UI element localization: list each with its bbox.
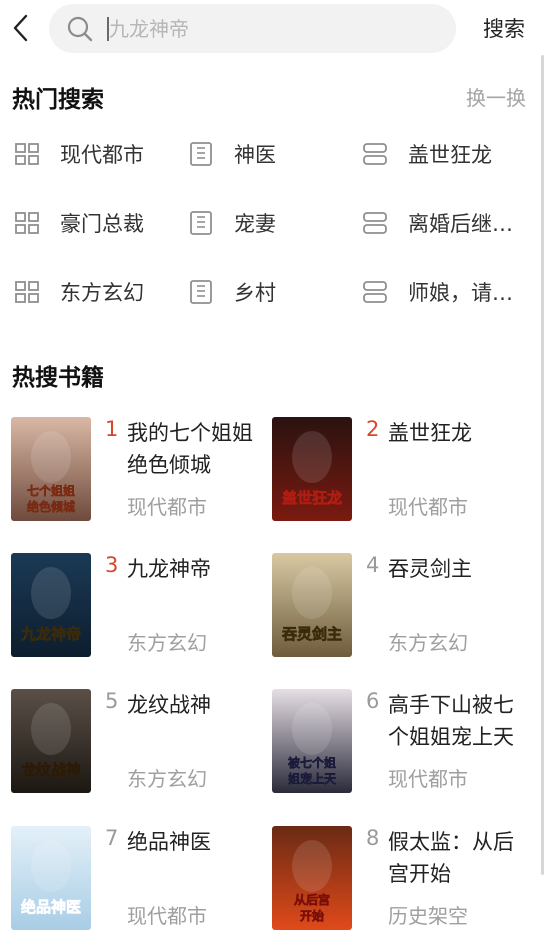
book-rank: 8: [366, 826, 380, 850]
grid-icon: [14, 210, 40, 236]
hot-search-label: 盖世狂龙: [408, 143, 492, 167]
book-title[interactable]: 假太监：从后宫开始: [388, 826, 533, 890]
book-cover[interactable]: 绝品神医: [11, 826, 91, 930]
svg-text:绝色倾城: 绝色倾城: [27, 499, 75, 514]
hot-search-label: 神医: [234, 143, 276, 167]
top-bar: 搜索: [0, 0, 546, 56]
book-item[interactable]: 吞灵剑主 4 吞灵剑主 东方玄幻: [272, 553, 534, 659]
book-icon: [188, 141, 214, 167]
hot-search-item[interactable]: 宠妻: [188, 203, 276, 243]
book-icon: [188, 279, 214, 305]
hot-search-label: 东方玄幻: [60, 281, 144, 305]
book-cover[interactable]: 九龙神帝: [11, 553, 91, 657]
stack-icon: [362, 141, 388, 167]
search-input[interactable]: [109, 16, 439, 41]
svg-text:盖世狂龙: 盖世狂龙: [282, 489, 342, 507]
book-item[interactable]: 绝品神医 7 绝品神医 现代都市: [11, 826, 273, 932]
svg-text:绝品神医: 绝品神医: [21, 898, 81, 916]
book-item[interactable]: 龙纹战神 5 龙纹战神 东方玄幻: [11, 689, 273, 795]
svg-text:开始: 开始: [300, 908, 324, 923]
svg-text:从后宫: 从后宫: [294, 892, 330, 907]
book-category: 现代都市: [388, 495, 468, 519]
chevron-left-icon: [13, 14, 28, 42]
book-category: 东方玄幻: [127, 631, 207, 655]
book-title[interactable]: 高手下山被七个姐姐宠上天: [388, 689, 533, 753]
svg-text:吞灵剑主: 吞灵剑主: [281, 625, 342, 643]
search-icon: [67, 16, 93, 41]
book-item[interactable]: 被七个姐 姐宠上天 6 高手下山被七个姐姐宠上天现代都市: [272, 689, 534, 795]
search-box[interactable]: [49, 4, 456, 53]
book-title[interactable]: 吞灵剑主: [388, 553, 533, 585]
book-title[interactable]: 绝品神医: [127, 826, 272, 858]
book-cover[interactable]: 七个姐姐 绝色倾城: [11, 417, 91, 521]
book-rank: 4: [366, 553, 380, 577]
grid-icon: [14, 279, 40, 305]
hot-search-label: 豪门总裁: [60, 212, 144, 236]
book-rank: 1: [105, 417, 119, 441]
hot-search-label: 师娘，请…: [408, 281, 513, 305]
back-button[interactable]: [6, 8, 36, 48]
book-category: 现代都市: [127, 495, 207, 519]
book-cover[interactable]: 从后宫 开始: [272, 826, 352, 930]
hot-search-item[interactable]: 盖世狂龙: [362, 134, 492, 174]
book-icon: [188, 210, 214, 236]
book-category: 现代都市: [388, 767, 468, 791]
svg-text:被七个姐: 被七个姐: [288, 755, 336, 770]
refresh-button[interactable]: 换一换: [466, 82, 526, 111]
svg-text:姐宠上天: 姐宠上天: [288, 771, 337, 786]
book-item[interactable]: 从后宫 开始 8 假太监：从后宫开始历史架空: [272, 826, 534, 932]
search-button[interactable]: 搜索: [470, 12, 538, 46]
svg-text:龙纹战神: 龙纹战神: [20, 761, 81, 779]
hot-search-title: 热门搜索: [12, 87, 104, 113]
book-title[interactable]: 我的七个姐姐绝色倾城: [127, 417, 272, 481]
hot-search-item[interactable]: 乡村: [188, 272, 276, 312]
book-category: 东方玄幻: [388, 631, 468, 655]
hot-search-item[interactable]: 东方玄幻: [14, 272, 144, 312]
hot-books-title: 热搜书籍: [12, 365, 104, 391]
book-cover[interactable]: 吞灵剑主: [272, 553, 352, 657]
book-rank: 3: [105, 553, 119, 577]
book-cover[interactable]: 被七个姐 姐宠上天: [272, 689, 352, 793]
book-title[interactable]: 盖世狂龙: [388, 417, 533, 449]
stack-icon: [362, 210, 388, 236]
book-item[interactable]: 七个姐姐 绝色倾城 1 我的七个姐姐绝色倾城现代都市: [11, 417, 273, 523]
book-category: 现代都市: [127, 904, 207, 928]
hot-search-label: 宠妻: [234, 212, 276, 236]
book-category: 历史架空: [388, 904, 468, 928]
book-rank: 5: [105, 689, 119, 713]
book-cover[interactable]: 盖世狂龙: [272, 417, 352, 521]
hot-search-label: 乡村: [234, 281, 276, 305]
hot-search-item[interactable]: 现代都市: [14, 134, 144, 174]
book-rank: 6: [366, 689, 380, 713]
hot-search-label: 现代都市: [60, 143, 144, 167]
scrollbar[interactable]: [541, 55, 544, 875]
book-cover[interactable]: 龙纹战神: [11, 689, 91, 793]
book-item[interactable]: 盖世狂龙 2 盖世狂龙 现代都市: [272, 417, 534, 523]
hot-search-item[interactable]: 师娘，请…: [362, 272, 513, 312]
book-title[interactable]: 龙纹战神: [127, 689, 272, 721]
book-rank: 7: [105, 826, 119, 850]
book-category: 东方玄幻: [127, 767, 207, 791]
grid-icon: [14, 141, 40, 167]
svg-text:九龙神帝: 九龙神帝: [20, 625, 81, 643]
book-rank: 2: [366, 417, 380, 441]
hot-search-item[interactable]: 离婚后继…: [362, 203, 513, 243]
hot-search-item[interactable]: 豪门总裁: [14, 203, 144, 243]
book-title[interactable]: 九龙神帝: [127, 553, 272, 585]
stack-icon: [362, 279, 388, 305]
hot-search-item[interactable]: 神医: [188, 134, 276, 174]
svg-text:七个姐姐: 七个姐姐: [27, 483, 75, 498]
book-item[interactable]: 九龙神帝 3 九龙神帝 东方玄幻: [11, 553, 273, 659]
hot-search-label: 离婚后继…: [408, 212, 513, 236]
